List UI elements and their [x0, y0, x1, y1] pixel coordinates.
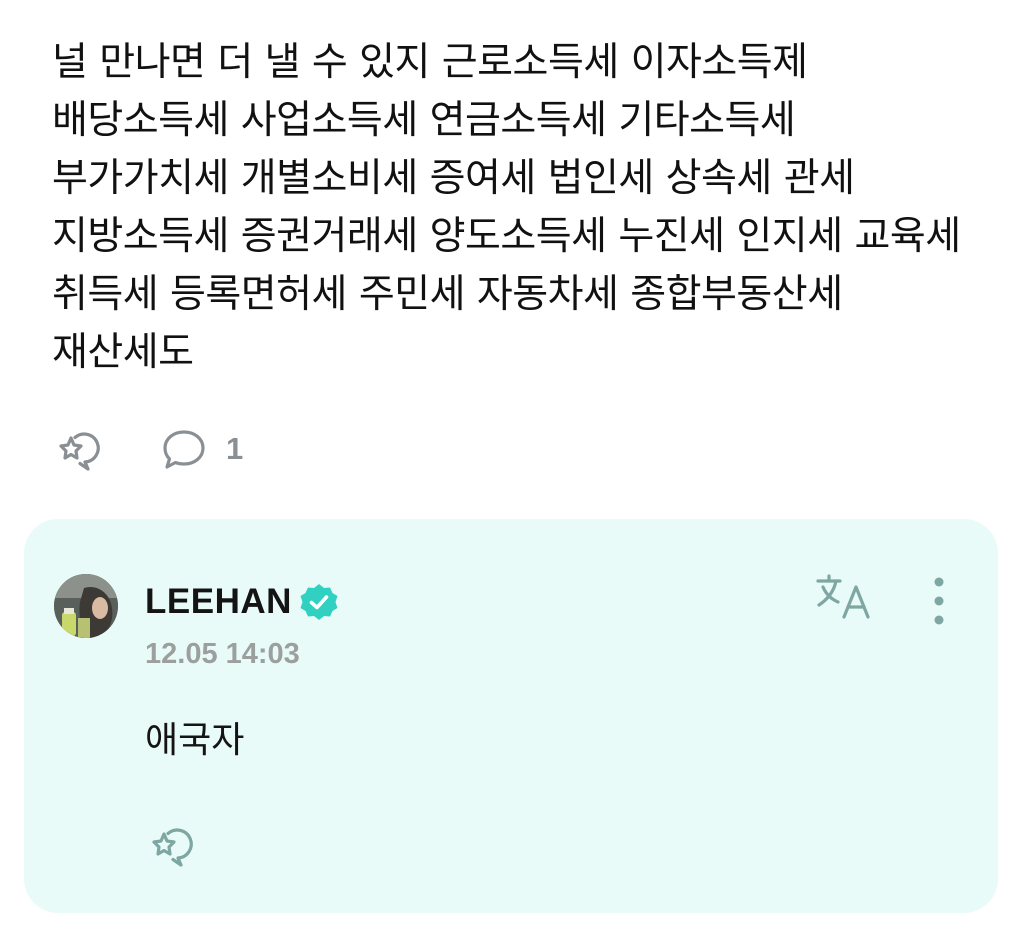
avatar[interactable] [54, 574, 118, 638]
comment-bubble-icon [160, 426, 208, 472]
more-vertical-icon[interactable] [930, 575, 948, 627]
author-name[interactable]: LEEHAN [145, 582, 292, 622]
verified-badge-icon [298, 581, 340, 623]
comment-button[interactable]: 1 [160, 426, 243, 472]
post-text: 널 만나면 더 낼 수 있지 근로소득세 이자소득제 배당소득세 사업소득세 연… [52, 40, 961, 375]
reply-add-reaction-icon[interactable] [145, 821, 195, 869]
post-actions: 1 [52, 424, 243, 474]
reply-card: LEEHAN 12.05 14:03 애국자 [24, 519, 998, 913]
comment-count: 1 [226, 431, 244, 466]
author-row: LEEHAN [145, 581, 340, 623]
reply-timestamp: 12.05 14:03 [145, 638, 300, 670]
reply-text: 애국자 [145, 720, 245, 761]
add-reaction-icon[interactable] [52, 425, 102, 473]
translate-icon[interactable] [814, 573, 878, 623]
